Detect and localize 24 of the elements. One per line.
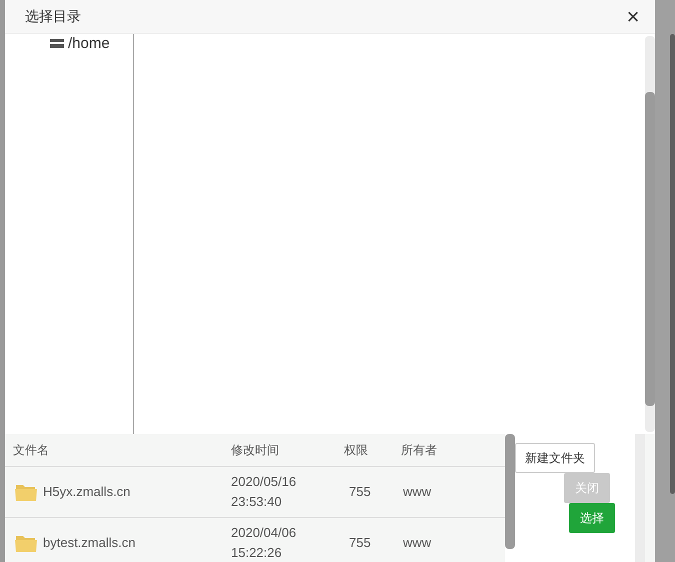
folder-icon bbox=[15, 483, 37, 501]
permission-cell: 755 bbox=[349, 535, 371, 550]
close-button[interactable]: × bbox=[623, 6, 643, 26]
drive-icon bbox=[50, 38, 64, 48]
new-folder-button[interactable]: 新建文件夹 bbox=[515, 443, 595, 473]
scrollbar-thumb[interactable] bbox=[670, 34, 675, 494]
column-header[interactable]: 所有者 bbox=[401, 443, 437, 457]
tree-item[interactable]: /home bbox=[68, 36, 110, 50]
permission-cell: 755 bbox=[349, 484, 371, 500]
owner-cell: www bbox=[403, 535, 432, 550]
scrollbar-thumb[interactable] bbox=[645, 92, 655, 406]
modified-date: 2020/04/06 bbox=[231, 524, 298, 542]
column-header[interactable]: 文件名 bbox=[13, 443, 49, 457]
modified-time: 15:22:26 bbox=[231, 544, 283, 562]
file-name[interactable]: H5yx.zmalls.cn bbox=[43, 482, 130, 502]
scrollbar-thumb[interactable] bbox=[505, 434, 515, 549]
column-header[interactable]: 权限 bbox=[344, 443, 368, 457]
modified-time: 23:53:40 bbox=[231, 493, 283, 511]
owner-cell: www bbox=[403, 484, 432, 500]
dialog-title: 选择目录 bbox=[25, 7, 81, 26]
folder-icon bbox=[15, 534, 37, 552]
modified-date: 2020/05/16 bbox=[231, 473, 298, 491]
column-header[interactable]: 修改时间 bbox=[231, 443, 279, 457]
file-name[interactable]: bytest.zmalls.cn bbox=[43, 533, 136, 553]
